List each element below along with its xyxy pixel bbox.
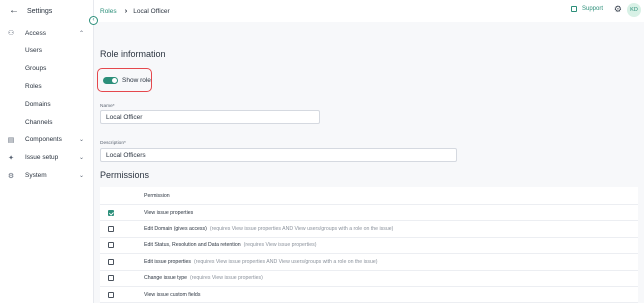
permission-checkbox[interactable] [108,291,114,298]
settings-label: Settings [27,7,53,15]
table-row: View issue properties [100,205,638,222]
main-content: Role information Show role Name* Local O… [94,22,644,303]
permission-note: (requires View issue properties) [243,242,317,249]
sidebar-group-label: Access [25,29,46,37]
sidebar-item-groups[interactable]: Groups [0,60,93,78]
support-button[interactable]: Support [570,6,603,12]
permissions-table: Permission View issue properties Edit Dom… [100,187,638,303]
collapse-sidebar-button[interactable]: ‹ [89,16,98,25]
permission-name: Edit Domain (gives access) [144,226,207,233]
breadcrumb-separator-icon: ›› [124,7,127,15]
name-field-label: Name* [100,104,115,109]
permission-name: View issue properties [144,209,194,216]
permission-note: (requires View issue properties AND View… [194,258,378,265]
permission-column-header: Permission [144,192,170,199]
permission-checkbox[interactable] [108,242,114,249]
permission-name: Edit Status, Resolution and Data retenti… [144,242,241,249]
table-row: View issue custom fields [100,287,638,303]
section-title: Role information [100,49,166,59]
support-label: Support [581,6,603,12]
table-row: Edit Status, Resolution and Data retenti… [100,238,638,255]
sidebar-group-system[interactable]: ⚙ System ⌄ [0,167,93,185]
sidebar: ← Settings ⚇ Access ⌃ Users Groups Roles… [0,0,94,303]
permission-checkbox[interactable] [108,275,114,282]
sidebar-item-roles[interactable]: Roles [0,78,93,96]
wrench-icon: ✦ [8,154,14,162]
chevron-down-icon: ⌄ [78,137,84,144]
sidebar-item-domains[interactable]: Domains [0,95,93,113]
chevron-up-icon: ⌃ [78,30,84,37]
breadcrumb-roles-link[interactable]: Roles [100,8,117,15]
table-row: Edit issue properties (requires View issu… [100,254,638,271]
back-to-settings[interactable]: ← Settings [0,0,93,22]
permission-checkbox[interactable] [108,258,114,265]
users-icon: ⚇ [7,30,15,37]
arrow-left-icon: ← [9,5,19,16]
database-icon: ▤ [7,136,15,144]
settings-gear-icon[interactable]: ⚙ [614,4,622,15]
sidebar-group-issue-setup[interactable]: ✦ Issue setup ⌄ [0,149,93,167]
gear-icon: ⚙ [7,172,15,180]
chevron-down-icon: ⌄ [78,155,84,162]
permission-checkbox[interactable] [108,226,114,233]
sidebar-item-channels[interactable]: Channels [0,113,93,131]
permission-note: (requires View issue properties AND View… [209,226,394,233]
permission-name: Change issue type [144,275,187,282]
sidebar-group-label: System [25,172,47,180]
avatar[interactable]: KD [627,3,641,17]
breadcrumb: Roles ›› Local Officer [100,0,170,22]
breadcrumb-current: Local Officer [133,7,170,15]
permission-name: Edit issue properties [144,258,191,265]
top-bar: Roles ›› Local Officer Support ⚙ KD [94,0,644,22]
show-role-switch[interactable] [103,76,118,84]
table-row: Edit Domain (gives access) (requires View… [100,221,638,238]
permission-name: View issue custom fields [144,291,201,298]
permissions-title: Permissions [100,170,150,180]
description-field-label: Description* [100,141,126,146]
permission-note: (requires View issue properties) [189,275,263,282]
show-role-label: Show role [122,76,151,84]
sidebar-group-label: Issue setup [25,154,59,162]
show-role-toggle-container: Show role [97,68,152,92]
table-header-row: Permission [100,187,638,205]
permission-checkbox[interactable] [108,209,114,216]
chevron-down-icon: ⌄ [78,173,84,180]
sidebar-item-users[interactable]: Users [0,42,93,60]
name-field[interactable]: Local Officer [100,110,320,124]
description-field[interactable]: Local Officers [100,148,457,162]
sidebar-group-components[interactable]: ▤ Components ⌄ [0,131,93,149]
table-row: Change issue type (requires View issue pr… [100,271,638,287]
sidebar-group-label: Components [25,136,62,144]
sidebar-group-access[interactable]: ⚇ Access ⌃ [0,24,93,42]
support-icon [570,6,577,12]
